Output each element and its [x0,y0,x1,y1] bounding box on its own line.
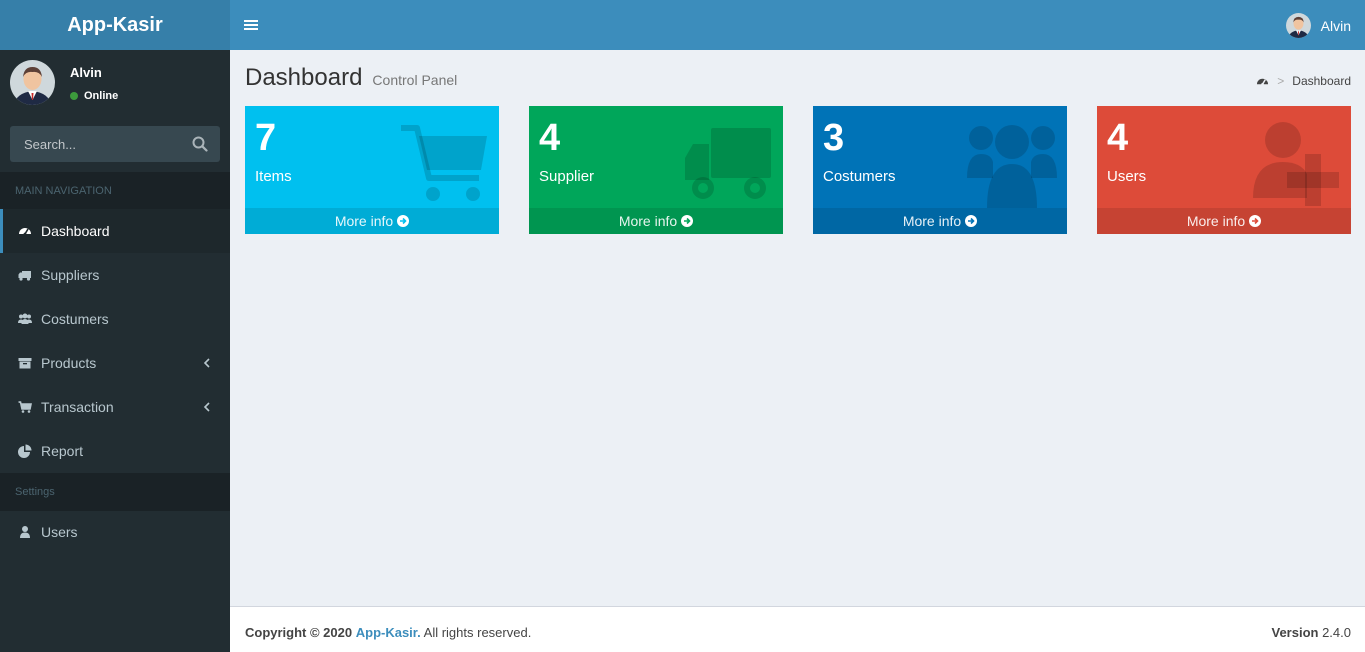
sidebar-item-label: Products [41,355,97,371]
stat-box-costumers: 3 Costumers More info [813,106,1067,234]
archive-icon [18,358,32,369]
more-info-label: More info [618,213,678,229]
truck-icon [685,128,771,199]
breadcrumb: > Dashboard [1256,74,1351,88]
sidebar-item-suppliers[interactable]: Suppliers [0,253,230,297]
menu-toggle-icon[interactable] [244,17,258,33]
arrow-circle-right-icon [397,215,410,227]
chevron-left-icon [203,358,210,368]
stat-value: 7 [255,117,277,159]
chevron-left-icon [203,402,210,412]
arrow-circle-right-icon [965,215,978,227]
stat-label: Costumers [823,168,896,185]
dashboard-icon [19,228,31,236]
top-navbar: Alvin [230,0,1365,50]
cart-icon [401,125,487,201]
sidebar-item-costumers[interactable]: Costumers [0,297,230,341]
more-info-link[interactable]: More info [245,208,499,234]
truck-icon [18,271,31,281]
sidebar-header-settings: Settings [0,473,230,511]
sidebar-item-dashboard[interactable]: Dashboard [0,209,230,253]
online-dot-icon [70,92,78,100]
stat-value: 4 [1107,117,1129,159]
footer-brand-link[interactable]: App-Kasir. [356,625,421,640]
search-icon[interactable] [192,136,208,152]
more-info-link[interactable]: More info [813,208,1067,234]
arrow-circle-right-icon [1249,215,1262,227]
more-info-label: More info [334,213,394,229]
footer-copyright: Copyright © 2020 App-Kasir. All rights r… [245,625,531,640]
users-icon [967,125,1057,208]
more-info-link[interactable]: More info [529,208,783,234]
arrow-circle-right-icon [681,215,694,227]
users-icon [18,313,32,324]
sidebar-search [10,126,220,162]
stat-box-users: 4 Users More info [1097,106,1351,234]
user-panel: Alvin Online [0,50,230,116]
page-title: Dashboard [245,64,363,91]
sidebar-item-label: Users [41,524,78,540]
user-status-label: Online [84,90,119,102]
footer-version: Version 2.4.0 [1271,625,1351,640]
user-avatar-small [1285,13,1311,38]
search-input[interactable] [10,126,180,162]
stat-label: Supplier [539,168,595,185]
sidebar-item-label: Transaction [41,399,114,415]
more-info-label: More info [1186,213,1246,229]
sidebar-item-users[interactable]: Users [0,510,230,554]
stat-label: Items [255,168,292,185]
page-subtitle: Control Panel [372,72,458,88]
app-logo[interactable]: App-Kasir [0,0,230,50]
sidebar-item-report[interactable]: Report [0,429,230,473]
sidebar-item-products[interactable]: Products [0,341,230,385]
stat-box-items: 7 Items More info [245,106,499,234]
more-info-link[interactable]: More info [1097,208,1351,234]
user-plus-icon [1253,122,1339,206]
pie-chart-icon [18,444,32,458]
sidebar-item-transaction[interactable]: Transaction [0,385,230,429]
user-status: Online [70,90,118,102]
user-name: Alvin [70,65,102,80]
user-menu[interactable]: Alvin [1285,13,1351,38]
stat-label: Users [1107,168,1147,185]
rights-text: All rights reserved. [423,625,532,640]
dashboard-icon[interactable] [1256,75,1269,88]
cart-icon [18,401,32,413]
breadcrumb-separator: > [1277,74,1285,88]
sidebar-item-label: Report [41,443,84,459]
topbar-user-name: Alvin [1320,17,1351,34]
sidebar-header-main: MAIN NAVIGATION [0,172,230,210]
content-header: Dashboard Control Panel [245,64,457,92]
sidebar: App-Kasir Alvin Online MAIN NAVIGATION [0,0,230,652]
version-label: Version [1271,625,1319,640]
sidebar-item-label: Costumers [41,311,109,327]
sidebar-item-label: Suppliers [41,267,100,283]
user-avatar [10,60,55,105]
stat-box-supplier: 4 Supplier More info [529,106,783,234]
stat-value: 4 [539,117,561,159]
copyright-text: Copyright © 2020 [245,625,353,640]
page-footer: Copyright © 2020 App-Kasir. All rights r… [230,606,1365,652]
breadcrumb-current: Dashboard [1292,74,1351,88]
more-info-label: More info [902,213,962,229]
stat-value: 3 [823,117,845,159]
version-number: 2.4.0 [1322,625,1351,640]
sidebar-item-label: Dashboard [41,223,110,239]
user-icon [20,526,30,538]
